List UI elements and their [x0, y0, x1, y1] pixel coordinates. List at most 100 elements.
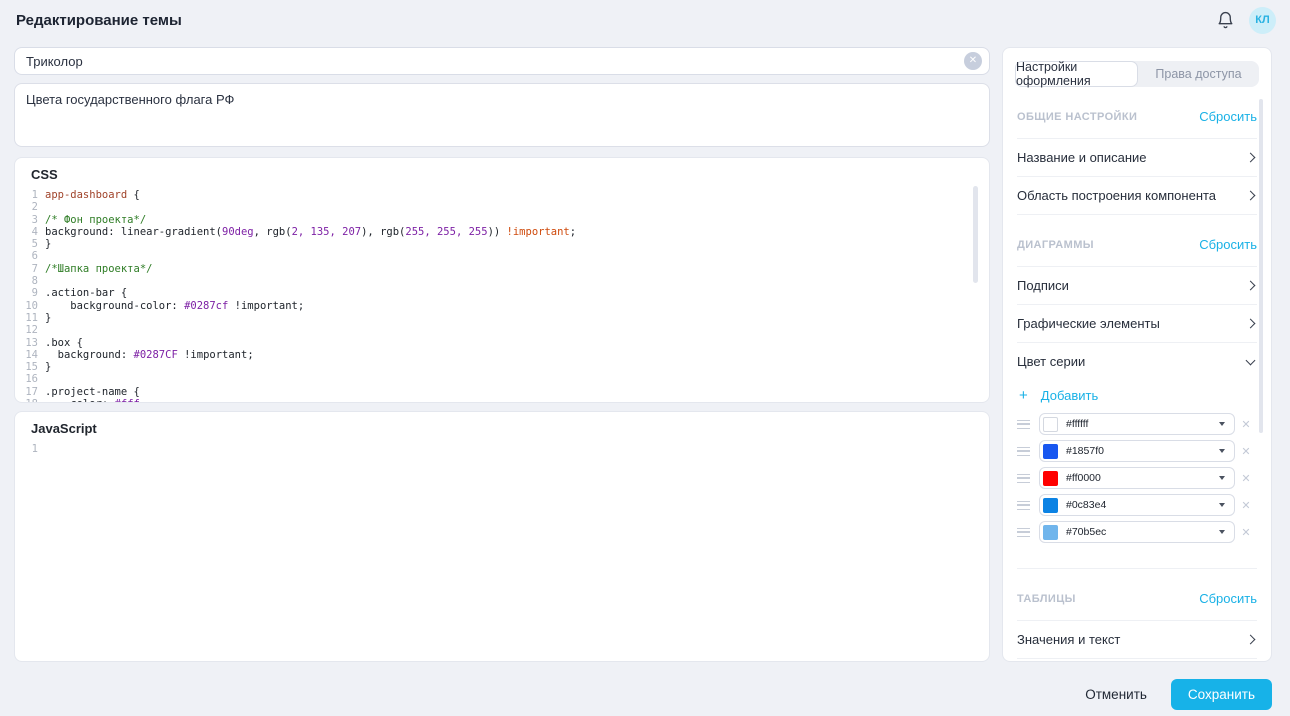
line-number: 17: [15, 386, 45, 398]
spacer: [1017, 548, 1257, 569]
code-line: 7/*Шапка проекта*/: [15, 263, 989, 275]
code-line: 8: [15, 275, 989, 287]
plus-icon: +: [1019, 387, 1028, 404]
code-text: background-color: #0287cf !important;: [45, 300, 304, 312]
color-swatch: [1043, 417, 1058, 432]
js-editor-label: JavaScript: [15, 412, 989, 436]
code-line: 4background: linear-gradient(90deg, rgb(…: [15, 226, 989, 238]
code-line: 1: [15, 443, 989, 455]
code-line: 11}: [15, 312, 989, 324]
drag-handle-icon[interactable]: [1017, 501, 1030, 510]
line-number: 12: [15, 324, 45, 336]
clear-input-icon[interactable]: ✕: [964, 52, 982, 70]
theme-description-input[interactable]: Цвета государственного флага РФ: [14, 83, 990, 147]
reset-link[interactable]: Сбросить: [1199, 237, 1257, 252]
remove-color-button[interactable]: ✕: [1235, 499, 1257, 512]
line-number: 15: [15, 361, 45, 373]
line-number: 2: [15, 201, 45, 213]
chevron-right-icon: [1246, 281, 1256, 291]
color-select[interactable]: #0c83e4: [1039, 494, 1235, 516]
code-line: 5}: [15, 238, 989, 250]
code-text: .action-bar {: [45, 287, 127, 299]
add-color-button[interactable]: +Добавить: [1017, 381, 1257, 413]
sidebar-scrollbar[interactable]: [1259, 99, 1263, 433]
footer-actions: Отменить Сохранить: [0, 662, 1290, 710]
tab-access-rights[interactable]: Права доступа: [1138, 61, 1259, 87]
line-number: 1: [15, 189, 45, 201]
chevron-right-icon: [1246, 191, 1256, 201]
color-hex-value: #1857f0: [1066, 445, 1219, 457]
sidebar-item[interactable]: Подписи: [1017, 267, 1257, 305]
notifications-bell-icon[interactable]: [1216, 11, 1235, 30]
remove-color-button[interactable]: ✕: [1235, 526, 1257, 539]
color-row: #ff0000✕: [1017, 467, 1257, 489]
color-hex-value: #0c83e4: [1066, 499, 1219, 511]
color-swatch: [1043, 471, 1058, 486]
code-line: 16: [15, 373, 989, 385]
sidebar-item-label: Значения и текст: [1017, 632, 1120, 647]
line-number: 10: [15, 300, 45, 312]
color-row: #ffffff✕: [1017, 413, 1257, 435]
remove-color-button[interactable]: ✕: [1235, 418, 1257, 431]
remove-color-button[interactable]: ✕: [1235, 445, 1257, 458]
sidebar-item-label: Область построения компонента: [1017, 188, 1216, 203]
section-title: ТАБЛИЦЫ: [1017, 593, 1076, 605]
reset-link[interactable]: Сбросить: [1199, 109, 1257, 124]
drag-handle-icon[interactable]: [1017, 474, 1030, 483]
save-button[interactable]: Сохранить: [1171, 679, 1272, 710]
reset-link[interactable]: Сбросить: [1199, 591, 1257, 606]
color-select[interactable]: #ffffff: [1039, 413, 1235, 435]
sidebar-item[interactable]: Графические элементы: [1017, 305, 1257, 343]
line-number: 14: [15, 349, 45, 361]
code-text: /* Фон проекта*/: [45, 214, 146, 226]
code-line: 15}: [15, 361, 989, 373]
tab-design-settings[interactable]: Настройки оформления: [1015, 61, 1138, 87]
line-number: 9: [15, 287, 45, 299]
code-text: /*Шапка проекта*/: [45, 263, 152, 275]
code-text: color: #fff: [45, 398, 140, 403]
color-hex-value: #70b5ec: [1066, 526, 1219, 538]
drag-handle-icon[interactable]: [1017, 528, 1030, 537]
sidebar-item[interactable]: Название и описание: [1017, 139, 1257, 177]
css-editor-panel: CSS 1app-dashboard {23/* Фон проекта*/4b…: [14, 157, 990, 403]
css-code-area[interactable]: 1app-dashboard {23/* Фон проекта*/4backg…: [15, 189, 989, 403]
caret-down-icon: [1219, 530, 1225, 534]
code-text: app-dashboard {: [45, 189, 140, 201]
settings-sidebar: Настройки оформления Права доступа ОБЩИЕ…: [1002, 47, 1272, 662]
drag-handle-icon[interactable]: [1017, 420, 1030, 429]
color-select[interactable]: #70b5ec: [1039, 521, 1235, 543]
code-line: 10 background-color: #0287cf !important;: [15, 300, 989, 312]
sidebar-item[interactable]: Значения и текст: [1017, 621, 1257, 659]
code-line: 1app-dashboard {: [15, 189, 989, 201]
code-line: 3/* Фон проекта*/: [15, 214, 989, 226]
js-code-area[interactable]: 1: [15, 443, 989, 643]
color-row: #0c83e4 ✕: [1017, 494, 1257, 516]
color-select[interactable]: #ff0000: [1039, 467, 1235, 489]
color-row: #1857f0 ✕: [1017, 440, 1257, 462]
drag-handle-icon[interactable]: [1017, 447, 1030, 456]
sidebar-section-header: ТАБЛИЦЫ Сбросить: [1017, 569, 1257, 621]
cancel-button[interactable]: Отменить: [1085, 687, 1147, 702]
chevron-right-icon: [1246, 635, 1256, 645]
remove-color-button[interactable]: ✕: [1235, 472, 1257, 485]
code-line: 9.action-bar {: [15, 287, 989, 299]
sidebar-section-header: ОБЩИЕ НАСТРОЙКИСбросить: [1017, 87, 1257, 139]
code-text: }: [45, 238, 51, 250]
line-number: 6: [15, 250, 45, 262]
sidebar-item[interactable]: Область построения компонента: [1017, 177, 1257, 215]
code-text: }: [45, 361, 51, 373]
code-line: 13.box {: [15, 337, 989, 349]
sidebar-item-label: Подписи: [1017, 278, 1069, 293]
code-text: background: linear-gradient(90deg, rgb(2…: [45, 226, 576, 238]
color-select[interactable]: #1857f0: [1039, 440, 1235, 462]
line-number: 18: [15, 398, 45, 403]
line-number: 8: [15, 275, 45, 287]
theme-name-input[interactable]: [14, 47, 990, 75]
line-number: 7: [15, 263, 45, 275]
line-number: 5: [15, 238, 45, 250]
sidebar-item[interactable]: Цвет серии: [1017, 343, 1257, 381]
avatar[interactable]: КЛ: [1249, 7, 1276, 34]
css-editor-scrollbar[interactable]: [973, 186, 978, 283]
code-text: background: #0287CF !important;: [45, 349, 254, 361]
line-number: 4: [15, 226, 45, 238]
